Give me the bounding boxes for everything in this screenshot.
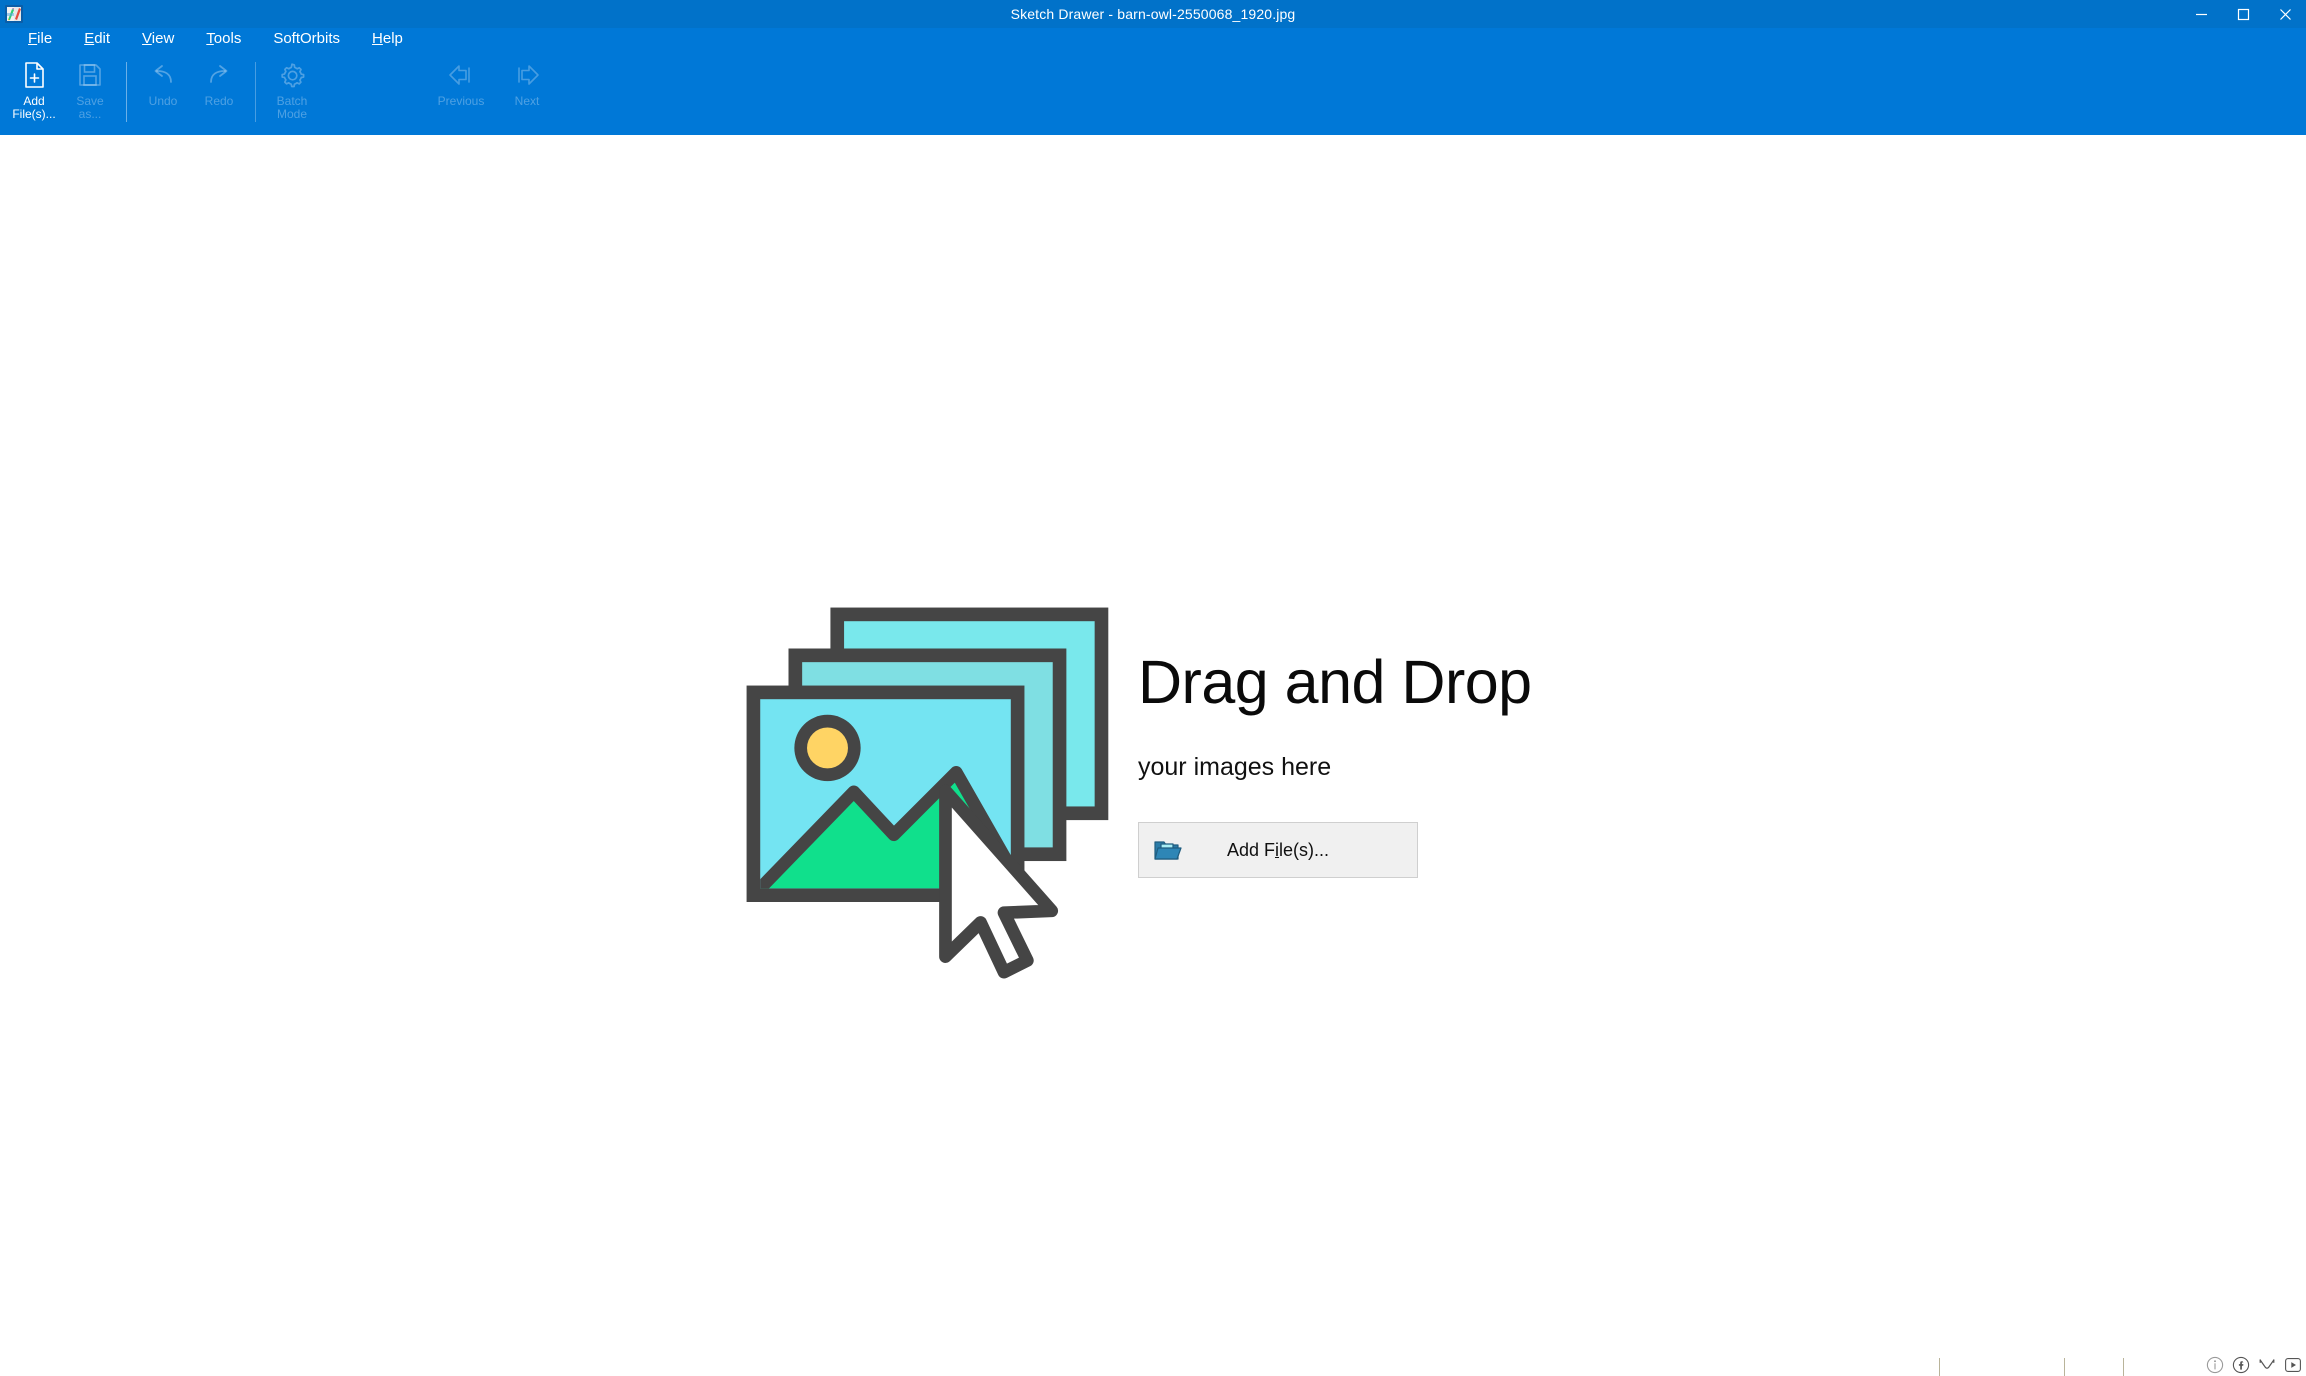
- save-icon: [75, 60, 105, 90]
- main-canvas-dropzone[interactable]: Drag and Drop your images here Add File(…: [0, 135, 2306, 1350]
- toolbar-label-next: Next: [514, 94, 540, 108]
- toolbar-label-save-as: Save as...: [76, 94, 104, 121]
- toolbar-button-batch-mode[interactable]: Batch Mode: [264, 54, 320, 126]
- main-toolbar: Add File(s)... Save as... Undo Redo Batc…: [0, 50, 2306, 135]
- title-bar: Sketch Drawer - barn-owl-2550068_1920.jp…: [0, 0, 2306, 28]
- maximize-icon[interactable]: [2222, 0, 2264, 28]
- arrow-left-icon: [446, 60, 476, 90]
- arrow-right-icon: [512, 60, 542, 90]
- undo-icon: [148, 60, 178, 90]
- toolbar-button-redo[interactable]: Redo: [191, 54, 247, 126]
- menu-item-softorbits[interactable]: SoftOrbits: [257, 28, 356, 50]
- sketch-drawer-app-icon: [3, 3, 25, 25]
- menu-bar: File Edit View Tools SoftOrbits Help: [0, 28, 2306, 50]
- gear-icon: [277, 60, 307, 90]
- dropzone-text-block: Drag and Drop your images here Add File(…: [1138, 590, 1532, 878]
- status-bar: [0, 1350, 2306, 1376]
- dropzone-content: Drag and Drop your images here Add File(…: [730, 590, 1532, 980]
- toolbar-button-undo[interactable]: Undo: [135, 54, 191, 126]
- window-title: Sketch Drawer - barn-owl-2550068_1920.jp…: [1010, 6, 1296, 22]
- add-files-button[interactable]: Add File(s)...: [1138, 822, 1418, 878]
- close-icon[interactable]: [2264, 0, 2306, 28]
- toolbar-label-batch-mode: Batch Mode: [276, 94, 308, 121]
- toolbar-label-redo: Redo: [204, 94, 234, 108]
- toolbar-button-save-as[interactable]: Save as...: [62, 54, 118, 126]
- menu-item-file[interactable]: File: [12, 28, 68, 50]
- status-separator-2: [2064, 1358, 2065, 1376]
- toolbar-label-undo: Undo: [148, 94, 178, 108]
- twitter-icon[interactable]: [2256, 1354, 2278, 1376]
- toolbar-label-add-files: Add File(s)...: [12, 94, 56, 121]
- menu-item-view[interactable]: View: [126, 28, 190, 50]
- youtube-icon[interactable]: [2282, 1354, 2304, 1376]
- info-icon[interactable]: [2204, 1354, 2226, 1376]
- sketch-drawer-window: Sketch Drawer - barn-owl-2550068_1920.jp…: [0, 0, 2306, 1376]
- dropzone-subtitle: your images here: [1138, 753, 1332, 781]
- window-controls: [2180, 0, 2306, 28]
- dropzone-title: Drag and Drop: [1138, 648, 1532, 716]
- menu-item-help[interactable]: Help: [356, 28, 419, 50]
- menu-item-tools[interactable]: Tools: [190, 28, 257, 50]
- redo-icon: [204, 60, 234, 90]
- status-bar-separators: [1871, 1350, 2171, 1376]
- toolbar-button-next[interactable]: Next: [494, 54, 560, 126]
- toolbar-button-add-files[interactable]: Add File(s)...: [6, 54, 62, 126]
- add-file-icon: [19, 60, 49, 90]
- status-separator-3: [2123, 1358, 2124, 1376]
- status-bar-social-icons: [2204, 1354, 2304, 1376]
- minimize-icon[interactable]: [2180, 0, 2222, 28]
- menu-item-edit[interactable]: Edit: [68, 28, 126, 50]
- toolbar-button-previous[interactable]: Previous: [428, 54, 494, 126]
- toolbar-label-previous: Previous: [437, 94, 485, 108]
- folder-open-icon: [1153, 837, 1183, 863]
- toolbar-separator-1: [126, 62, 127, 122]
- image-stack-with-cursor-illustration: [730, 590, 1120, 980]
- status-separator-1: [1939, 1358, 1940, 1376]
- toolbar-separator-2: [255, 62, 256, 122]
- facebook-icon[interactable]: [2230, 1354, 2252, 1376]
